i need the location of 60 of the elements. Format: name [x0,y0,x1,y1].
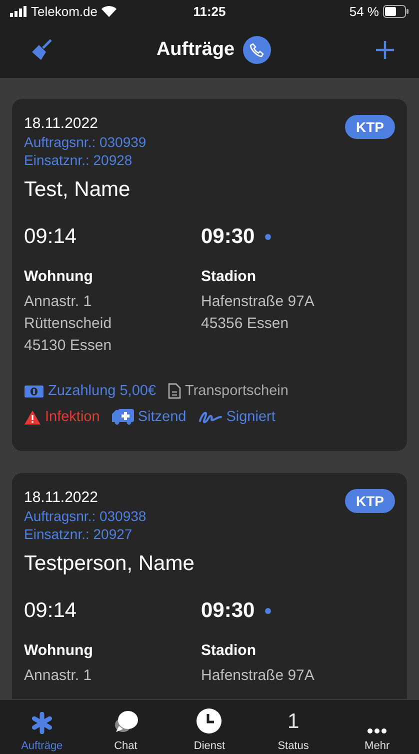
type-badge: KTP [345,115,395,139]
broom-icon [30,39,52,61]
ambulance-icon [112,409,134,425]
end-time: 09:30 [201,225,255,249]
more-icon [367,728,388,734]
page-title: Aufträge [156,39,235,61]
broom-button[interactable] [30,39,52,61]
address-line: 45130 Essen [24,336,113,356]
chat-bubbles-icon [112,710,139,734]
phone-button[interactable] [242,36,271,64]
mission-number: Einsatznr.: 20928 [24,152,134,168]
wifi-icon [101,5,118,17]
address-line: Annastr. 1 [24,292,93,312]
pickup-place: Wohnung [24,268,94,285]
address-line: Rüttenscheid [24,314,113,334]
signature-icon [198,410,222,424]
info-tag: Signiert [198,409,276,425]
info-tag: Zuzahlung 5,00€ [24,383,156,399]
start-time: 09:14 [24,599,77,623]
destination-place: Stadion [201,642,257,659]
tab-bar-item[interactable]: 1 Status [253,700,334,754]
document-icon [168,383,182,399]
order-number: Auftragsnr.: 030939 [24,134,146,150]
warning-icon [24,410,41,424]
carrier-name: Telekom.de [31,4,98,18]
order-card[interactable]: 18.11.2022 Auftragsnr.: 030938 Einsatznr.: 20927 KTP Testperson, Name 09:14 Wohnung Annastr. 1 09:30 Stadion Hafenstraße 97A [12,473,407,699]
battery-percent: 54 % [349,4,379,18]
add-button[interactable] [375,40,395,60]
phone-icon [250,43,264,57]
clock-time: 11:25 [193,4,226,18]
tab-bar-item[interactable]: Mehr [337,700,418,754]
banknote-icon [24,384,44,398]
order-date: 18.11.2022 [24,489,99,506]
pickup-place: Wohnung [24,642,94,659]
address-line: 45356 Essen [201,314,290,334]
count-text: 1 [287,710,300,734]
tab-bar-item[interactable]: Dienst [169,700,250,754]
battery-icon [382,4,409,18]
mission-number: Einsatznr.: 20927 [24,526,134,542]
info-tag: Infektion [24,409,100,425]
end-time: 09:30 [201,599,255,623]
add-icon [375,40,395,60]
patient-name: Testperson, Name [24,552,196,576]
signal-icon [10,6,27,16]
order-date: 18.11.2022 [24,115,99,132]
clock-icon [196,708,222,734]
patient-name: Test, Name [24,178,132,202]
info-tag: Transportschein [168,383,288,399]
order-number: Auftragsnr.: 030938 [24,508,146,524]
address-line: Hafenstraße 97A [201,292,316,312]
info-tag: Sitzend [112,409,186,425]
address-line: Hafenstraße 97A [201,666,316,686]
tab-bar-item[interactable]: Chat [86,700,166,754]
start-time: 09:14 [24,225,77,249]
tab-bar-item[interactable]: Aufträge [2,700,82,754]
destination-place: Stadion [201,268,257,285]
asterisk-icon [30,712,53,734]
type-badge: KTP [345,489,395,513]
address-line: Annastr. 1 [24,666,93,686]
order-card[interactable] [12,99,407,451]
